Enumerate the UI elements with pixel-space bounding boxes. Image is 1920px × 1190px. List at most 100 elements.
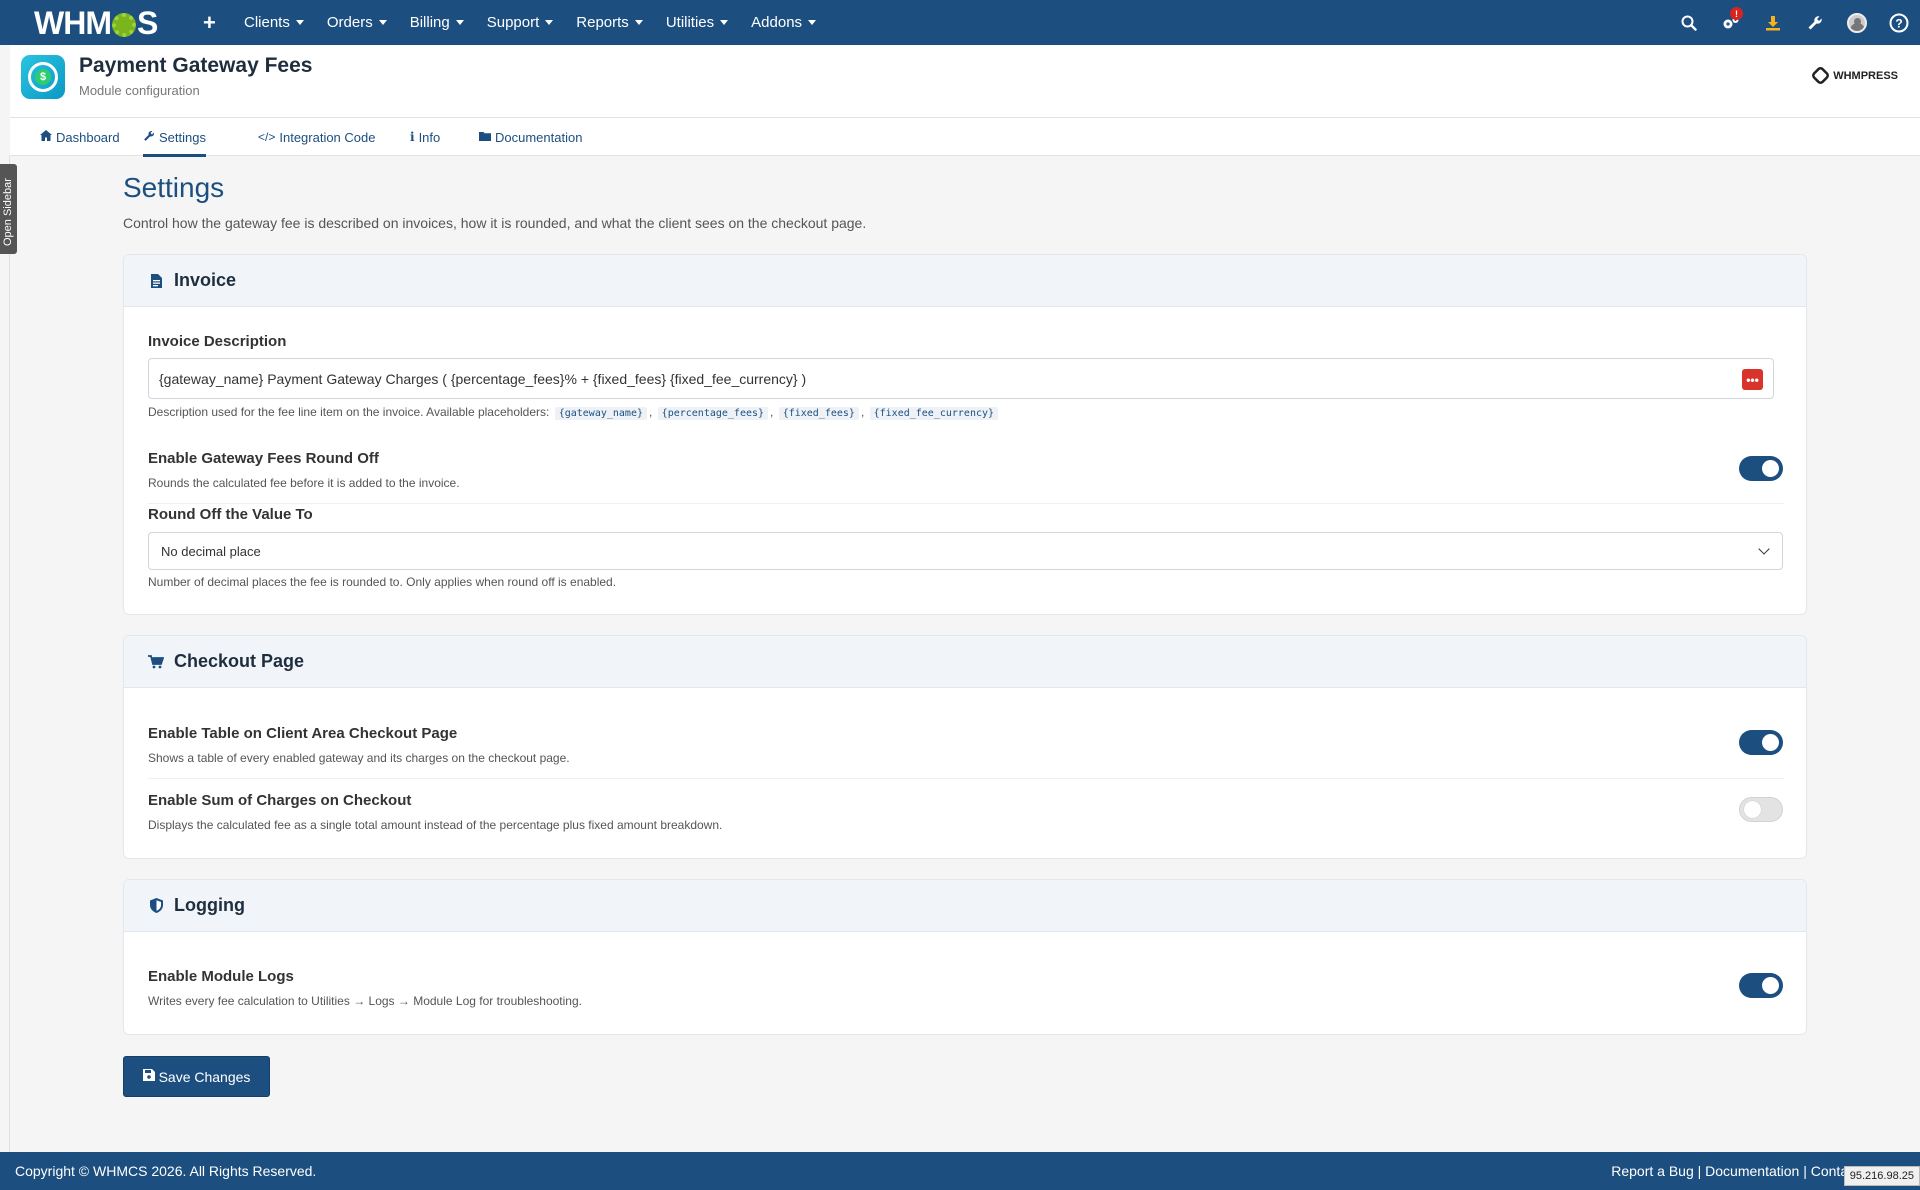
toggle-knob — [1762, 734, 1779, 751]
gear-logo-icon — [111, 12, 136, 37]
menu-label: Addons — [751, 14, 803, 31]
menu-label: Support — [486, 14, 540, 31]
whmpress-brand[interactable]: WHMPRESS — [1810, 65, 1898, 86]
tab-label: Settings — [159, 129, 206, 145]
add-new-button[interactable]: + — [203, 10, 216, 36]
logging-card-title: Logging — [174, 895, 245, 915]
menu-reports[interactable]: Reports — [576, 14, 643, 31]
avatar — [1847, 12, 1867, 33]
checkout-card-title: Checkout Page — [174, 651, 305, 671]
tab-integration-code[interactable]: </> Integration Code — [258, 118, 375, 156]
shield-icon — [148, 898, 164, 913]
automation-gears-icon[interactable]: ! — [1710, 0, 1752, 45]
logging-card: Logging Enable Module Logs Writes every … — [123, 879, 1807, 1035]
menu-clients[interactable]: Clients — [244, 14, 304, 31]
tab-dashboard[interactable]: Dashboard — [40, 118, 120, 156]
caret-down-icon — [545, 20, 554, 25]
alert-badge: ! — [1730, 7, 1743, 20]
round-to-select[interactable]: No decimal place — [148, 532, 1783, 570]
floppy-disk-icon — [142, 1069, 155, 1084]
user-avatar[interactable] — [1836, 0, 1878, 45]
open-sidebar-label: Open Sidebar — [2, 178, 14, 246]
module-logs-label: Enable Module Logs — [148, 968, 294, 985]
caret-down-icon — [378, 20, 387, 25]
download-update-icon[interactable] — [1752, 0, 1794, 45]
divider — [148, 503, 1784, 504]
tab-settings[interactable]: Settings — [143, 118, 206, 157]
menu-label: Reports — [576, 14, 629, 31]
menu-label: Orders — [326, 14, 373, 31]
placeholder-code: {fixed_fee_currency} — [869, 407, 999, 420]
module-header: $ Payment Gateway Fees Module configurat… — [10, 45, 1920, 118]
tab-label: Integration Code — [279, 129, 376, 145]
invoice-card: Invoice Invoice Description {gateway_nam… — [123, 254, 1807, 615]
open-sidebar-toggle[interactable]: Open Sidebar — [0, 164, 17, 254]
placeholder-code: {percentage_fees} — [657, 407, 769, 420]
main-menu: Clients Orders Billing Support Reports U… — [244, 0, 839, 45]
round-to-help: Number of decimal places the fee is roun… — [148, 575, 617, 589]
save-button-label: Save Changes — [158, 1068, 251, 1085]
menu-orders[interactable]: Orders — [327, 14, 387, 31]
page-title: Payment Gateway Fees — [79, 54, 313, 77]
sum-charges-label: Enable Sum of Charges on Checkout — [148, 792, 412, 809]
footer-copyright: Copyright © WHMCS 2026. All Rights Reser… — [15, 1163, 317, 1179]
roundoff-toggle[interactable] — [1739, 456, 1783, 481]
whmcs-logo[interactable]: WHM S — [34, 5, 158, 42]
search-icon[interactable] — [1668, 0, 1710, 45]
menu-label: Utilities — [665, 14, 715, 31]
chevron-down-icon — [1758, 543, 1770, 555]
invoice-description-input[interactable]: {gateway_name} Payment Gateway Charges (… — [148, 358, 1774, 399]
caret-down-icon — [808, 20, 817, 25]
invoice-description-value: {gateway_name} Payment Gateway Charges (… — [159, 370, 807, 387]
invoice-description-label: Invoice Description — [148, 333, 287, 350]
caret-down-icon — [295, 20, 304, 25]
settings-heading: Settings — [123, 172, 225, 203]
invoice-card-title: Invoice — [174, 270, 237, 290]
home-icon — [40, 130, 52, 144]
shopping-cart-icon — [148, 654, 164, 669]
save-button[interactable]: Save Changes — [123, 1056, 270, 1097]
footer-links[interactable]: Report a Bug | Documentation | Contact U… — [1611, 1163, 1880, 1179]
caret-down-icon — [455, 20, 464, 25]
folder-icon — [479, 130, 491, 144]
ip-address-badge: 95.216.98.25 — [1843, 1166, 1920, 1186]
checkout-card: Checkout Page Enable Table on Client Are… — [123, 635, 1807, 859]
checkout-table-label: Enable Table on Client Area Checkout Pag… — [148, 725, 458, 742]
invoice-card-header: Invoice — [124, 255, 1806, 307]
tab-label: Dashboard — [56, 129, 120, 145]
module-logs-toggle[interactable] — [1739, 973, 1783, 998]
menu-label: Billing — [409, 14, 450, 31]
sidebar-divider — [9, 156, 10, 1156]
round-to-label: Round Off the Value To — [148, 506, 313, 523]
code-icon: </> — [258, 130, 276, 144]
module-tabs: Dashboard Settings </> Integration Code … — [10, 118, 1920, 157]
page-subtitle: Module configuration — [79, 83, 200, 98]
checkout-card-header: Checkout Page — [124, 636, 1806, 688]
menu-billing[interactable]: Billing — [410, 14, 464, 31]
tab-documentation[interactable]: Documentation — [479, 118, 582, 156]
placeholder-menu-button[interactable]: ••• — [1742, 369, 1763, 390]
toggle-knob — [1744, 801, 1761, 818]
sum-charges-toggle[interactable] — [1739, 797, 1783, 822]
info-icon: i — [410, 130, 415, 144]
footer: Copyright © WHMCS 2026. All Rights Reser… — [0, 1152, 1920, 1190]
divider — [148, 778, 1784, 779]
menu-addons[interactable]: Addons — [751, 14, 817, 31]
round-to-value: No decimal place — [161, 543, 261, 559]
caret-down-icon — [634, 20, 643, 25]
menu-utilities[interactable]: Utilities — [665, 14, 729, 31]
payment-gateway-fees-module-icon: $ — [21, 55, 65, 99]
navbar-right-tools: ! ? — [1668, 0, 1920, 45]
help-icon[interactable]: ? — [1878, 0, 1920, 45]
top-navbar: WHM S + Clients Orders Billing Support Re… — [0, 0, 1920, 45]
logging-card-header: Logging — [124, 880, 1806, 932]
checkout-table-toggle[interactable] — [1739, 730, 1783, 755]
document-icon — [148, 273, 164, 288]
tab-info[interactable]: i Info — [410, 118, 440, 156]
menu-label: Clients — [244, 14, 290, 31]
checkout-table-help: Shows a table of every enabled gateway a… — [148, 751, 570, 765]
wrench-setup-icon[interactable] — [1794, 0, 1836, 45]
svg-text:?: ? — [1895, 16, 1902, 30]
menu-support[interactable]: Support — [487, 14, 554, 31]
invoice-description-help: Description used for the fee line item o… — [148, 405, 1000, 420]
